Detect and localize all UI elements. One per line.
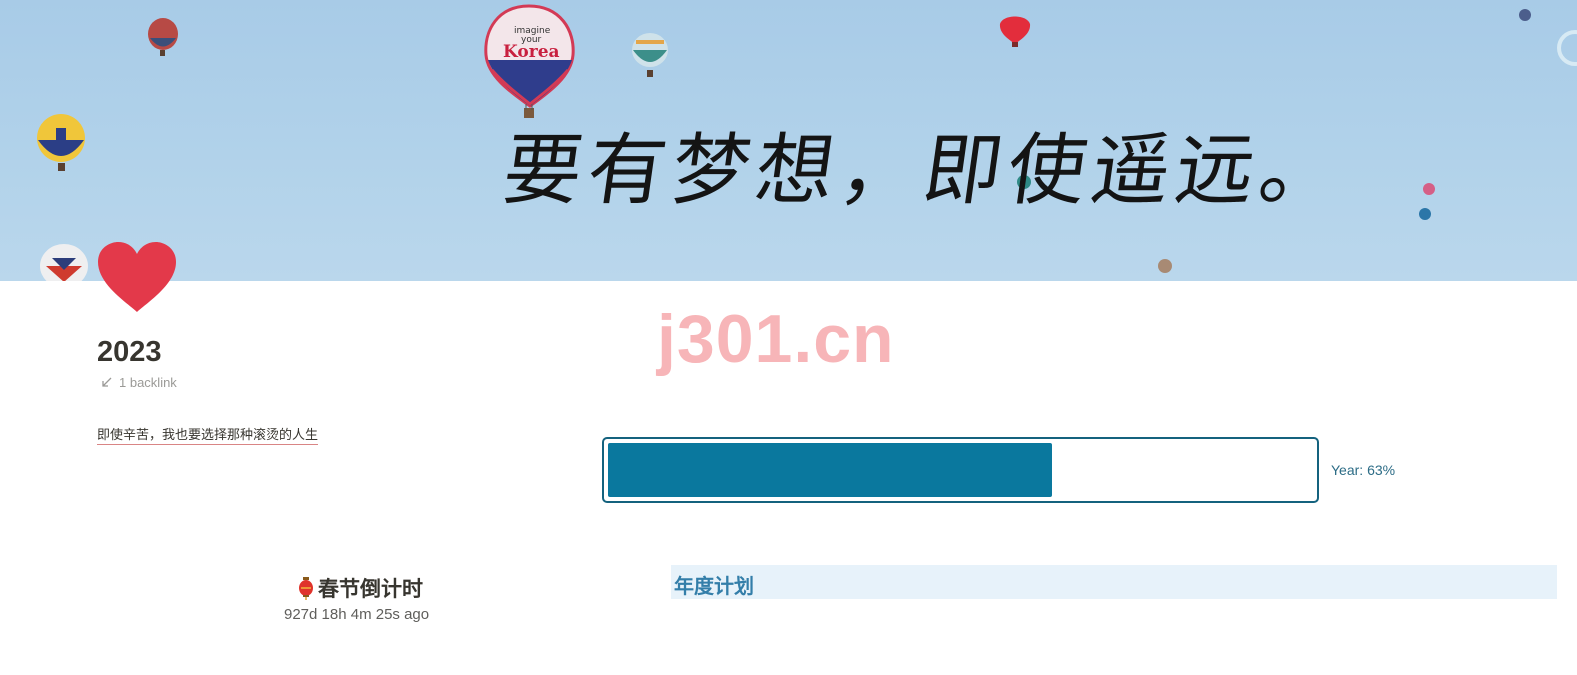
svg-text:Korea: Korea — [503, 42, 560, 62]
year-progress-fill — [608, 443, 1052, 497]
small-balloon — [148, 18, 178, 56]
lantern-icon — [299, 577, 313, 600]
cover-slogan: 要有梦想，即使遥远。 — [497, 126, 1351, 216]
watermark: j301.cn — [657, 301, 895, 377]
annual-plan-heading-text: 年度计划 — [674, 576, 754, 598]
small-balloon — [1158, 259, 1172, 273]
year-progress-bar — [602, 437, 1319, 503]
small-balloon — [37, 114, 85, 171]
korea-balloon: imagine your Korea — [484, 4, 575, 118]
small-balloon — [1419, 208, 1431, 220]
countdown-title: 春节倒计时 — [298, 573, 423, 603]
small-balloon — [1423, 183, 1435, 195]
small-balloon — [1519, 9, 1531, 21]
small-balloon — [999, 16, 1031, 47]
page-title: 2023 — [97, 336, 162, 368]
small-balloon — [1557, 30, 1577, 66]
cover-image[interactable]: imagine your Korea 要有梦想，即使遥远。 — [0, 0, 1577, 281]
page: imagine your Korea 要有梦想，即使遥远。 2023 1 bac… — [0, 0, 1577, 675]
annual-plan-heading: 年度计划 — [671, 565, 1557, 599]
year-progress-label: Year: 63% — [1331, 462, 1396, 478]
countdown-value: 927d 18h 4m 25s ago — [284, 606, 430, 623]
countdown-title-text: 春节倒计时 — [318, 578, 423, 601]
small-balloon — [40, 244, 88, 281]
arrow-down-left-icon — [102, 377, 112, 387]
heart-icon[interactable] — [96, 240, 178, 314]
quote-text: 即使辛苦，我也要选择那种滚烫的人生 — [97, 424, 319, 445]
backlink-link[interactable]: 1 backlink — [100, 375, 177, 390]
backlink-label: 1 backlink — [119, 375, 177, 390]
small-balloon — [632, 33, 668, 77]
